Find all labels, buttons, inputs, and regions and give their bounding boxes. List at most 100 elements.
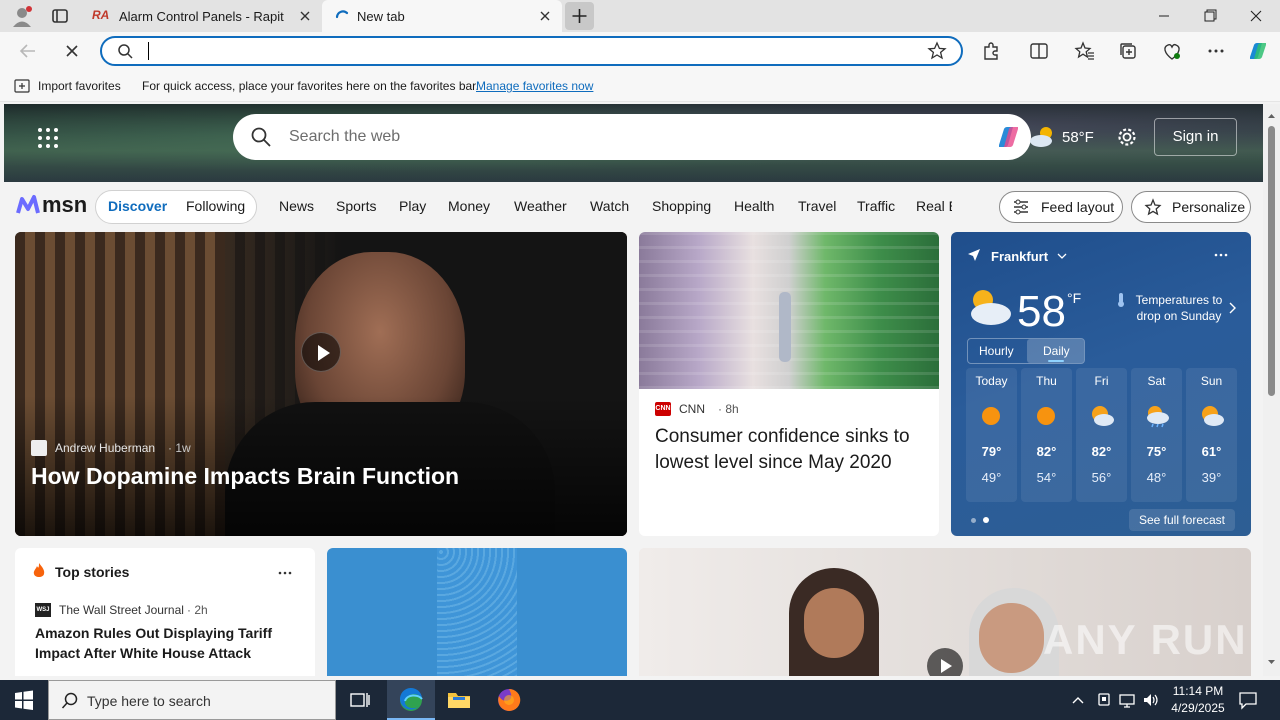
play-button-icon[interactable] (927, 648, 963, 676)
device-icon[interactable] (1095, 691, 1113, 709)
forecast-day[interactable]: Sat 75° 48° (1131, 368, 1182, 502)
see-full-forecast-button[interactable]: See full forecast (1129, 509, 1235, 531)
nav-money[interactable]: Money (448, 198, 490, 214)
profile-icon[interactable] (10, 4, 34, 28)
forecast-low: 49° (981, 470, 1002, 485)
weather-alert[interactable]: Temperatures to drop on Sunday (1129, 292, 1229, 324)
address-input[interactable] (150, 42, 910, 60)
close-tab-icon[interactable] (538, 9, 552, 23)
promo-card[interactable] (327, 548, 627, 676)
nav-weather[interactable]: Weather (514, 198, 567, 214)
task-view-icon[interactable] (348, 688, 372, 712)
clock-date[interactable]: 4/29/2025 (1164, 701, 1232, 715)
forecast-day[interactable]: Today 79° 49° (966, 368, 1017, 502)
more-options-icon[interactable] (1204, 39, 1228, 63)
edge-taskbar-button[interactable] (387, 680, 435, 720)
forecast-day[interactable]: Fri 82° 56° (1076, 368, 1127, 502)
nav-play[interactable]: Play (399, 198, 426, 214)
clock-time[interactable]: 11:14 PM (1168, 684, 1228, 698)
nav-sports[interactable]: Sports (336, 198, 376, 214)
partly-cloudy-icon (965, 284, 1013, 328)
settings-gear-icon[interactable] (1116, 126, 1138, 148)
close-tab-icon[interactable] (298, 9, 312, 23)
product-image (437, 548, 517, 676)
health-video-card[interactable]: ANY RUN (639, 548, 1251, 676)
minimize-button[interactable] (1141, 0, 1187, 32)
hero-weather-temp[interactable]: 58°F (1062, 129, 1094, 146)
hero-title[interactable]: How Dopamine Impacts Brain Function (31, 463, 459, 490)
favorites-bar: Import favorites For quick access, place… (0, 70, 1280, 102)
play-button-icon[interactable] (301, 332, 341, 372)
import-favorites-icon[interactable] (14, 78, 30, 94)
import-favorites-button[interactable]: Import favorites (38, 79, 121, 93)
tab-actions-icon[interactable] (50, 6, 70, 26)
back-button[interactable] (16, 39, 40, 63)
file-explorer-icon[interactable] (446, 688, 472, 712)
top-stories-heading: Top stories (55, 564, 130, 580)
sign-in-button[interactable]: Sign in (1154, 118, 1237, 156)
video-hero-card[interactable]: Andrew Huberman · 1w How Dopamine Impact… (15, 232, 627, 536)
weather-card[interactable]: Frankfurt 58 °F Temperatures to drop on … (951, 232, 1251, 536)
taskbar-search-box[interactable]: Type here to search (48, 680, 336, 720)
favorites-icon[interactable] (1072, 39, 1096, 63)
story-title[interactable]: Amazon Rules Out Displaying Tariff Impac… (35, 623, 285, 663)
tab-hourly[interactable]: Hourly (979, 344, 1014, 358)
location-arrow-icon (967, 248, 981, 262)
tab-following[interactable]: Following (186, 198, 245, 214)
temp-unit[interactable]: °F (1067, 290, 1081, 306)
forecast-day[interactable]: Sun 61° 39° (1186, 368, 1237, 502)
browser-essentials-icon[interactable] (1160, 39, 1184, 63)
favorite-star-icon[interactable] (927, 41, 947, 61)
tab-new-tab[interactable]: New tab (322, 0, 562, 32)
cnn-logo-icon: CNN (655, 402, 671, 416)
msn-logo[interactable]: msn (16, 190, 87, 220)
collections-icon[interactable] (1116, 39, 1140, 63)
forecast-low: 56° (1091, 470, 1112, 485)
hero-source: Andrew Huberman (55, 441, 156, 455)
tab-discover[interactable]: Discover (108, 198, 167, 214)
manage-favorites-link[interactable]: Manage favorites now (476, 79, 593, 93)
copilot-search-icon[interactable] (993, 123, 1023, 151)
feed-layout-button[interactable]: Feed layout (999, 191, 1123, 223)
personalize-button[interactable]: Personalize (1131, 191, 1251, 223)
more-icon[interactable] (1213, 252, 1229, 258)
story-age: · 2h (187, 603, 208, 617)
chevron-down-icon[interactable] (1057, 251, 1067, 261)
weather-city[interactable]: Frankfurt (991, 249, 1048, 264)
cnn-news-card[interactable]: CNN CNN · 8h Consumer confidence sinks t… (639, 232, 939, 536)
stop-loading-button[interactable] (60, 39, 84, 63)
copilot-icon[interactable] (1245, 38, 1271, 64)
more-icon[interactable] (277, 570, 293, 576)
restore-button[interactable] (1187, 0, 1233, 32)
nav-traffic[interactable]: Traffic (857, 198, 895, 214)
personalize-label: Personalize (1172, 199, 1246, 215)
network-icon[interactable] (1118, 691, 1136, 709)
rain-cloud-icon (1144, 404, 1170, 428)
top-stories-card[interactable]: Top stories WSJ The Wall Street Journal … (15, 548, 315, 676)
nav-watch[interactable]: Watch (590, 198, 629, 214)
start-button[interactable] (0, 680, 48, 720)
nav-travel[interactable]: Travel (798, 198, 836, 214)
extensions-icon[interactable] (979, 39, 1003, 63)
msn-search-box[interactable]: Search the web (233, 114, 1031, 160)
tab-daily[interactable]: Daily (1043, 344, 1070, 358)
nav-news[interactable]: News (279, 198, 314, 214)
page-scrollbar[interactable] (1263, 104, 1280, 676)
carousel-dot[interactable] (971, 518, 976, 523)
cnn-title[interactable]: Consumer confidence sinks to lowest leve… (655, 424, 925, 476)
firefox-icon[interactable] (496, 687, 522, 713)
nav-shopping[interactable]: Shopping (652, 198, 711, 214)
new-tab-button[interactable] (565, 2, 594, 30)
forecast-day[interactable]: Thu 82° 54° (1021, 368, 1072, 502)
nav-health[interactable]: Health (734, 198, 774, 214)
notifications-icon[interactable] (1238, 690, 1258, 710)
close-window-button[interactable] (1233, 0, 1279, 32)
nav-real-estate[interactable]: Real E (916, 198, 952, 214)
show-hidden-icons[interactable] (1070, 692, 1086, 708)
chevron-right-icon[interactable] (1227, 302, 1237, 314)
volume-icon[interactable] (1142, 691, 1160, 709)
apps-launcher-icon[interactable] (36, 126, 60, 150)
split-screen-icon[interactable] (1027, 39, 1051, 63)
tab-alarm-control-panels[interactable]: RA Alarm Control Panels - Rapitec (84, 0, 322, 32)
carousel-dot[interactable] (983, 517, 989, 523)
